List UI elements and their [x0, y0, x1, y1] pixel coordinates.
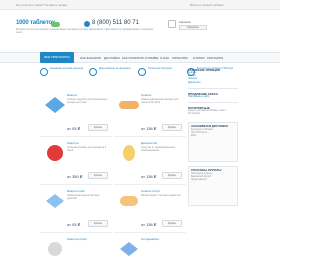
nav-item-articles[interactable]: СТАТЬИ [193, 56, 205, 60]
buy-button[interactable]: Купить [88, 124, 108, 131]
pill-image-icon[interactable] [117, 192, 141, 210]
product-desc: Самый действенный препарат для секса на … [141, 99, 179, 104]
logo-tagline: Интернет-аптека для мужчин: лицензионные… [16, 28, 84, 34]
wallet-icon [138, 68, 146, 76]
phone-block: 8 (800) 511 80 71 Для европейских стран … [84, 20, 162, 40]
courier-icon [40, 68, 48, 76]
sidebar-text: EMS [191, 135, 196, 138]
feature-item: Оплата при получении [138, 68, 183, 86]
buy-button[interactable]: Купить [162, 124, 182, 131]
phone-note: Для европейских стран звонок по тарифам … [84, 28, 153, 31]
pill-shape [119, 101, 139, 109]
site-logo[interactable]: 1000 таблеток Интернет-аптека для мужчин… [16, 20, 84, 42]
sidebar-block-erection: УСИЛЕНИЕ ЭРЕКЦИИ Сиалис Виагра Левитра Д… [188, 68, 238, 85]
pill-shape [120, 242, 138, 256]
sidebar-delivery-box: Анонимная доставка Курьером по Москве По… [188, 122, 238, 162]
product-title[interactable]: Силденафил [141, 237, 159, 241]
shield-icon [89, 68, 97, 76]
product-card: Левитра Сильный препарат для эрекции на … [40, 138, 112, 185]
pill-logo-icon [51, 22, 60, 27]
product-title[interactable]: Виагра Софт [67, 189, 85, 193]
pill-image-icon[interactable] [43, 192, 67, 210]
sidebar-link[interactable]: Приложение к сайту [188, 96, 238, 99]
pill-image-icon[interactable] [43, 96, 67, 114]
product-card: Сиалис Самый действенный препарат для се… [114, 90, 186, 137]
pill-image-icon[interactable] [43, 144, 67, 162]
buy-button[interactable]: Купить [88, 172, 108, 179]
product-card: Виагра Сильное средство для возбуждения … [40, 90, 112, 137]
sidebar-payment-box: Способы оплаты Наличными курьеру Банковс… [188, 166, 238, 206]
cart-icon[interactable] [168, 20, 176, 28]
feature-item: Даем гарантию на препараты [89, 68, 134, 86]
checkout-button[interactable]: Оформить [179, 25, 207, 30]
topbar-left-link[interactable]: Не получили заказ? Оставьте заявку [16, 3, 67, 7]
nav-item-reviews[interactable]: ОТЗЫВЫ [145, 56, 158, 60]
product-desc: Средство от преждевременного семяизверже… [141, 147, 176, 152]
nav-item-guarantees[interactable]: ГАРАНТИИ [172, 56, 188, 60]
product-desc: Сильное средство для возбуждения и эрекц… [67, 99, 108, 104]
product-grid: Виагра Сильное средство для возбуждения … [40, 90, 186, 280]
nav-item-all-products[interactable]: ВСЕ ПРЕПАРАТЫ [40, 52, 74, 63]
buy-button[interactable]: Купить [88, 220, 108, 227]
nav-item-delivery[interactable]: ДОСТАВКА [104, 56, 120, 60]
product-title[interactable]: Левитра [67, 141, 79, 145]
buy-button[interactable]: Купить [162, 172, 182, 179]
feature-item: Анонимная доставка курьером [40, 68, 85, 86]
pill-image-icon[interactable] [117, 144, 141, 162]
nav-item-payment[interactable]: КАК ОПЛАТИТЬ [122, 56, 144, 60]
divider [188, 88, 238, 89]
logo-name: 1000 таблеток [16, 20, 55, 26]
pill-shape [47, 145, 63, 161]
product-price: от 136 ₽ [141, 174, 157, 179]
product-title[interactable]: Сиалис Софт [141, 189, 160, 193]
sidebar-block-popular: ПОПУЛЯРНЫЕ Курьер: доставка по Москве, С… [188, 106, 238, 116]
pill-image-icon[interactable] [117, 96, 141, 114]
product-desc: Сильный препарат для эрекции на 5 часов [67, 147, 107, 152]
nav-item-contacts[interactable]: КОНТАКТЫ [207, 56, 223, 60]
product-title[interactable]: Левитра Софт [67, 237, 87, 241]
pill-shape [123, 145, 135, 161]
pill-shape [48, 242, 62, 256]
product-card: Виагра Софт Жевательная виагра быстрого … [40, 186, 112, 233]
pill-shape [45, 97, 65, 113]
sidebar-text: Яндекс.Деньги [191, 179, 207, 182]
product-card: Сиалис Софт Мягкий сиалис с быстрым эффе… [114, 186, 186, 233]
phone-number[interactable]: 8 (800) 511 80 71 [84, 20, 162, 26]
pill-image-icon[interactable] [117, 240, 141, 258]
cart-label[interactable]: Корзина [179, 20, 190, 24]
pill-shape [120, 196, 138, 206]
phone-icon [84, 21, 90, 27]
product-desc: Мягкий сиалис с быстрым эффектом [141, 195, 181, 197]
product-price: от 93 ₽ [67, 222, 81, 227]
top-strip: Не получили заказ? Оставьте заявку Войти… [0, 0, 280, 10]
product-price: от 350 ₽ [67, 174, 83, 179]
product-title[interactable]: Дапоксетин [141, 141, 157, 145]
topbar-login-link[interactable]: Войти в личный кабинет [190, 3, 224, 7]
buy-button[interactable]: Купить [162, 220, 182, 227]
product-price: от 136 ₽ [141, 222, 157, 227]
sidebar-block-duration: ПРОДЛЕНИЕ СЕКСА Приложение к сайту [188, 92, 238, 99]
product-card: Левитра Софт [40, 234, 112, 280]
product-card: Силденафил [114, 234, 186, 280]
product-card: Дапоксетин Средство от преждевременного … [114, 138, 186, 185]
product-title[interactable]: Виагра [67, 93, 77, 97]
sidebar-link[interactable]: Дапоксетин [188, 82, 238, 85]
nav-item-how-to-order[interactable]: КАК ЗАКАЗАТЬ [80, 56, 101, 60]
divider [188, 102, 238, 103]
product-title[interactable]: Сиалис [141, 93, 151, 97]
product-price: от 93 ₽ [67, 126, 81, 131]
product-price: от 136 ₽ [141, 126, 157, 131]
sidebar-text: Курьер: доставка по Москве, Санкт-Петерб… [188, 110, 227, 116]
cart-block: Корзина Оформить [168, 20, 234, 40]
pill-image-icon[interactable] [43, 240, 67, 258]
nav-item-about[interactable]: О НАС [160, 56, 169, 60]
product-desc: Жевательная виагра быстрого действия [67, 195, 100, 200]
pill-shape [46, 194, 64, 208]
